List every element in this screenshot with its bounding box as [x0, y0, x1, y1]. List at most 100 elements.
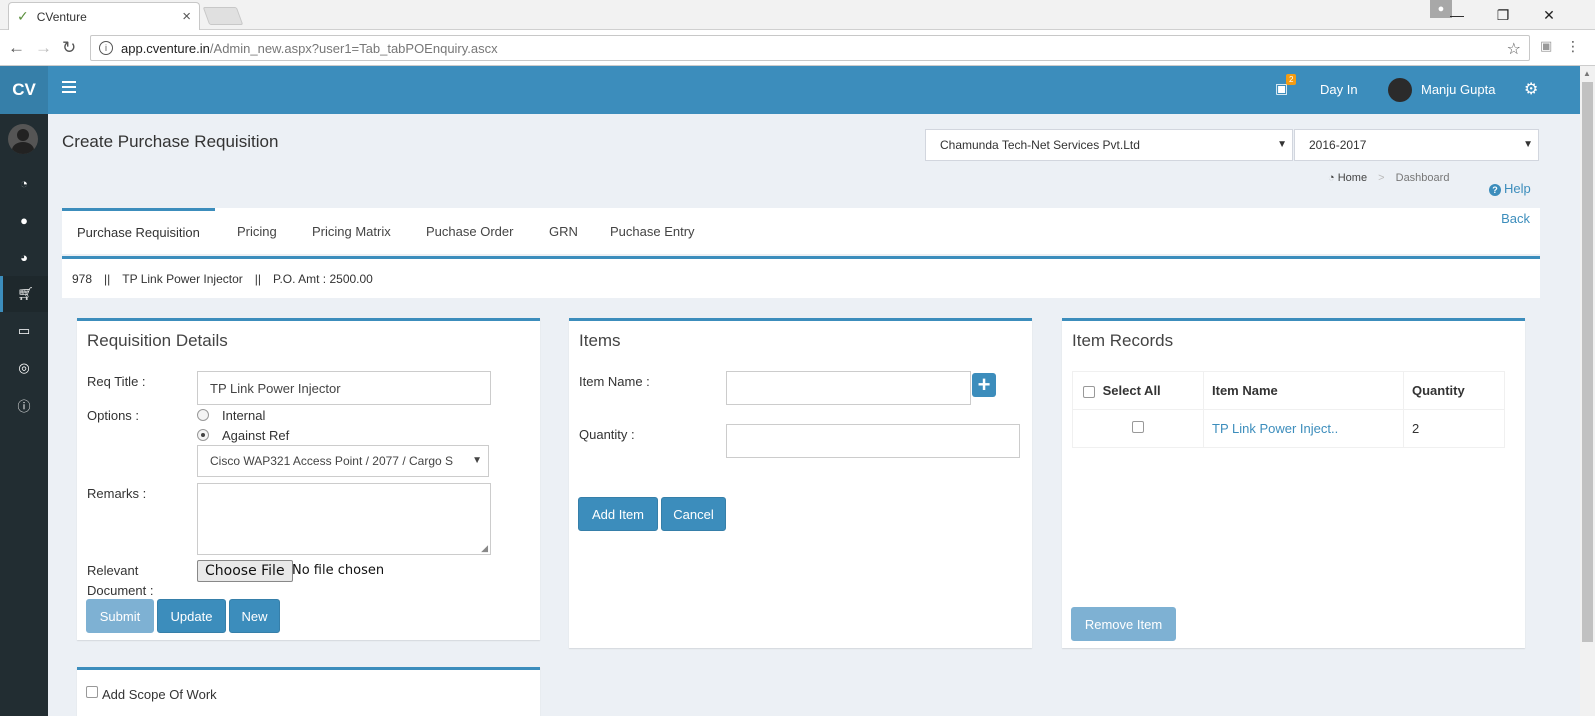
close-window-icon[interactable]: ✕: [1526, 0, 1572, 30]
back-arrow-icon[interactable]: ←: [8, 38, 25, 58]
app-logo[interactable]: CV: [0, 66, 48, 114]
item-name-header: Item Name: [1203, 371, 1404, 410]
remove-item-button[interactable]: Remove Item: [1071, 607, 1176, 641]
tab-purchase-requisition[interactable]: Purchase Requisition: [62, 208, 215, 254]
favicon-icon: ✓: [17, 8, 29, 24]
app-header: CV ▣ 2 Day In Manju Gupta ⚙: [0, 66, 1580, 114]
user-name[interactable]: Manju Gupta: [1421, 82, 1495, 97]
page-title: Create Purchase Requisition: [62, 132, 279, 151]
url-input[interactable]: i app.cventure.in/Admin_new.aspx?user1=T…: [90, 35, 1530, 61]
choose-file-button[interactable]: Choose File: [197, 560, 293, 582]
cancel-button[interactable]: Cancel: [661, 497, 726, 531]
tab-pricing-matrix[interactable]: Pricing Matrix: [297, 208, 406, 254]
add-scope-checkbox[interactable]: [86, 686, 98, 698]
item-name-input[interactable]: [726, 371, 971, 405]
against-ref-radio-label: Against Ref: [222, 428, 290, 443]
sidebar-avatar: [8, 124, 38, 154]
row-item-name-cell: TP Link Power Inject..: [1203, 409, 1404, 448]
forward-arrow-icon[interactable]: →: [35, 38, 52, 58]
cart-icon[interactable]: 🛒︎: [0, 276, 48, 312]
hamburger-menu-icon[interactable]: [62, 81, 76, 96]
quantity-input[interactable]: [726, 424, 1020, 458]
select-all-checkbox[interactable]: [1083, 385, 1095, 398]
reload-icon[interactable]: ↻: [62, 38, 76, 58]
close-tab-icon[interactable]: ×: [182, 8, 191, 25]
item-name-label: Item Name :: [579, 374, 650, 389]
table-header-row: Select All Item Name Quantity: [1072, 371, 1505, 410]
add-item-plus-icon[interactable]: +: [972, 373, 996, 397]
restore-icon[interactable]: ❐: [1480, 0, 1526, 30]
menu-dots-icon[interactable]: ⋮: [1566, 38, 1580, 55]
new-button[interactable]: New: [229, 599, 280, 633]
help-link[interactable]: ? Help: [1489, 181, 1531, 196]
extension-icon[interactable]: ▣: [1540, 38, 1552, 54]
internal-radio[interactable]: [197, 409, 209, 421]
row-quantity: 2: [1403, 409, 1505, 448]
row-checkbox-cell: [1072, 409, 1204, 448]
minimize-icon[interactable]: —: [1434, 0, 1480, 30]
user-icon[interactable]: ●: [0, 202, 48, 238]
req-title-input[interactable]: TP Link Power Injector: [197, 371, 491, 405]
options-label: Options :: [87, 408, 140, 423]
tab-grn[interactable]: GRN: [534, 208, 593, 254]
po-info-bar: 978 || TP Link Power Injector || P.O. Am…: [62, 256, 1540, 298]
info-icon[interactable]: ⓘ: [0, 387, 48, 423]
quantity-header: Quantity: [1403, 371, 1505, 410]
item-records-table: Select All Item Name Quantity TP Link Po…: [1072, 371, 1505, 448]
help-label: Help: [1504, 181, 1531, 196]
year-select[interactable]: 2016-2017 ▼: [1294, 129, 1539, 161]
new-tab-button[interactable]: [202, 7, 244, 25]
browser-tab-bar: ✓ CVenture × ● — ❐ ✕: [0, 0, 1595, 30]
internal-radio-label: Internal: [222, 408, 266, 423]
add-item-button[interactable]: Add Item: [578, 497, 658, 531]
remarks-textarea[interactable]: ◢: [197, 483, 491, 555]
scrollbar-thumb[interactable]: [1582, 82, 1593, 642]
address-bar: ← → ↻ i app.cventure.in/Admin_new.aspx?u…: [0, 30, 1595, 66]
submit-button[interactable]: Submit: [86, 599, 154, 633]
no-file-text: No file chosen: [292, 563, 385, 578]
items-box: Items Item Name : + Quantity : Add Item …: [569, 318, 1032, 648]
breadcrumb-home[interactable]: Home: [1338, 172, 1367, 184]
update-button[interactable]: Update: [157, 599, 226, 633]
remarks-label: Remarks :: [87, 486, 147, 501]
question-circle-icon: ?: [1489, 184, 1501, 196]
notification-icon[interactable]: ▣ 2: [1275, 74, 1297, 97]
globe-icon[interactable]: ◎: [0, 350, 48, 386]
req-title-label: Req Title :: [87, 374, 146, 389]
day-in-link[interactable]: Day In: [1320, 82, 1358, 97]
scroll-up-icon[interactable]: ▲: [1583, 69, 1591, 78]
po-item: TP Link Power Injector: [122, 271, 243, 286]
relevant-label: Relevant: [87, 563, 139, 578]
reference-select[interactable]: Cisco WAP321 Access Point / 2077 / Cargo…: [197, 445, 489, 477]
browser-tab[interactable]: ✓ CVenture ×: [8, 2, 200, 30]
bookmark-star-icon[interactable]: ☆: [1507, 39, 1521, 59]
po-number: 978: [72, 271, 93, 286]
back-link[interactable]: Back: [1501, 211, 1530, 226]
site-info-icon[interactable]: i: [99, 41, 113, 55]
tab-puchase-order[interactable]: Puchase Order: [411, 208, 528, 254]
tab-pricing[interactable]: Pricing: [222, 208, 292, 254]
company-select[interactable]: Chamunda Tech-Net Services Pvt.Ltd ▼: [925, 129, 1293, 161]
settings-cogs-icon[interactable]: ⚙: [1524, 79, 1538, 99]
page-scrollbar[interactable]: ▲: [1580, 66, 1595, 716]
item-records-box: Item Records Select All Item Name Quanti…: [1062, 318, 1525, 648]
against-ref-radio[interactable]: [197, 429, 209, 441]
notification-badge: 2: [1286, 74, 1297, 85]
row-checkbox[interactable]: [1132, 421, 1144, 433]
item-records-title: Item Records: [1072, 331, 1174, 350]
tab-panel: Purchase Requisition Pricing Pricing Mat…: [62, 208, 1540, 254]
separator: ||: [104, 271, 111, 286]
item-name-link[interactable]: TP Link Power Inject..: [1212, 421, 1338, 436]
credit-card-icon[interactable]: ▭: [0, 313, 48, 349]
tab-puchase-entry[interactable]: Puchase Entry: [595, 208, 710, 254]
document-label: Document :: [87, 583, 154, 598]
sidebar: ◔ ● ◕ 🛒︎ ▭ ◎ ⓘ: [0, 114, 48, 716]
add-scope-label: Add Scope Of Work: [102, 687, 217, 702]
breadcrumb-current: Dashboard: [1395, 172, 1450, 184]
url-path: /Admin_new.aspx?user1=Tab_tabPOEnquiry.a…: [209, 40, 498, 56]
user-avatar[interactable]: [1388, 78, 1412, 102]
dashboard-icon[interactable]: ◔: [0, 165, 48, 201]
pie-chart-icon[interactable]: ◕: [0, 239, 48, 275]
chevron-down-icon: ▼: [472, 455, 482, 466]
resize-handle-icon[interactable]: ◢: [481, 543, 488, 554]
